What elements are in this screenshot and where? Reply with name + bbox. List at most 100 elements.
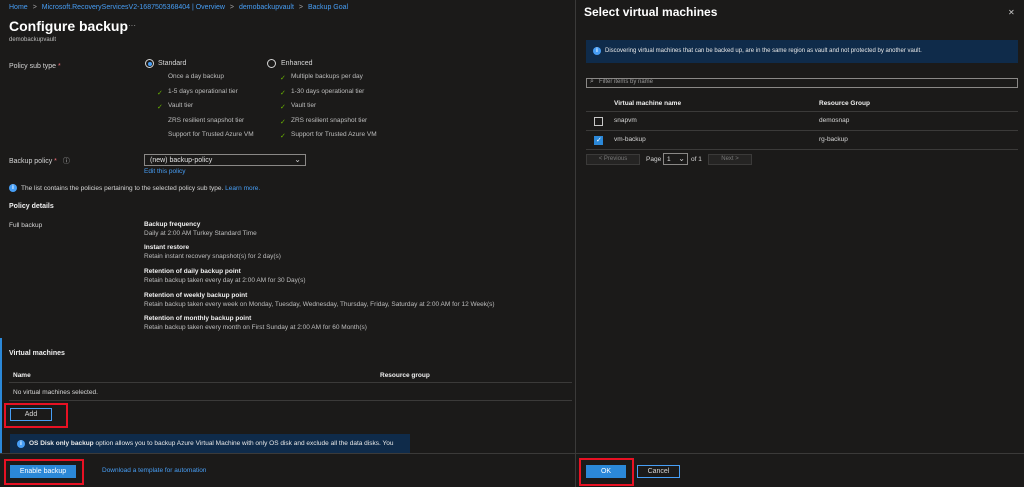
- breadcrumb-separator: >: [32, 4, 37, 11]
- select-vms-title: Select virtual machines: [584, 5, 718, 19]
- page-subtitle: demobackupvault: [9, 37, 57, 43]
- close-icon[interactable]: ✕: [1008, 8, 1015, 17]
- feature-item: Once a day backup: [168, 73, 225, 80]
- col-vm-name-header: Virtual machine name: [614, 100, 682, 107]
- breadcrumb-recovery-services[interactable]: Microsoft.RecoveryServicesV2-16875053684…: [42, 4, 225, 11]
- search-icon: ⌕: [590, 78, 594, 85]
- backup-policy-label: Backup policy * ⓘ: [9, 156, 70, 166]
- radio-standard-label: Standard: [158, 60, 187, 67]
- radio-enhanced-label: Enhanced: [281, 60, 313, 67]
- backup-policy-value: (new) backup-policy: [150, 157, 213, 164]
- next-page-button[interactable]: Next >: [708, 154, 752, 165]
- discover-info-text: Discovering virtual machines that can be…: [605, 48, 922, 54]
- previous-page-button[interactable]: < Previous: [586, 154, 640, 165]
- cancel-button[interactable]: Cancel: [637, 465, 680, 478]
- feature-item: ZRS resilient snapshot tier: [291, 117, 368, 124]
- policy-info-message: The list contains the policies pertainin…: [21, 185, 224, 192]
- detail-title: Retention of monthly backup point: [144, 315, 252, 322]
- edit-policy-link[interactable]: Edit this policy: [144, 168, 186, 175]
- info-icon: i: [593, 47, 601, 55]
- page-select[interactable]: 1 ⌄: [663, 153, 688, 165]
- section-accent-bar: [0, 338, 2, 453]
- required-mark: *: [54, 158, 57, 165]
- check-icon: ✓: [280, 133, 286, 140]
- check-icon: ✓: [157, 90, 163, 97]
- required-mark: *: [58, 63, 61, 70]
- table-divider: [9, 400, 572, 401]
- table-row[interactable]: snapvm demosnap: [586, 112, 1018, 130]
- more-options-icon[interactable]: ···: [128, 21, 136, 30]
- table-row[interactable]: vm-backup rg-backup: [586, 131, 1018, 149]
- col-resource-group-header: Resource Group: [819, 100, 870, 107]
- check-icon: ✓: [280, 90, 286, 97]
- detail-value: Retain instant recovery snapshot(s) for …: [144, 253, 281, 260]
- breadcrumb-vault[interactable]: demobackupvault: [239, 4, 294, 11]
- feature-item: Support for Trusted Azure VM: [291, 131, 377, 138]
- col-resource-group-header: Resource group: [380, 372, 430, 379]
- feature-item: Vault tier: [291, 102, 317, 109]
- discover-info-banner: i Discovering virtual machines that can …: [586, 40, 1018, 63]
- os-disk-message: option allows you to backup Azure Virtua…: [95, 440, 394, 447]
- row-checkbox[interactable]: [594, 136, 603, 145]
- detail-value: Retain backup taken every week on Monday…: [144, 301, 495, 308]
- feature-item: Multiple backups per day: [291, 73, 363, 80]
- radio-enhanced[interactable]: [267, 59, 276, 68]
- blade-footer: Enable backup Download a template for au…: [0, 453, 575, 487]
- backup-policy-label-text: Backup policy: [9, 158, 53, 165]
- detail-title: Instant restore: [144, 244, 190, 251]
- breadcrumb-backup-goal[interactable]: Backup Goal: [308, 4, 348, 11]
- feature-item: Vault tier: [168, 102, 194, 109]
- chevron-down-icon: ⌄: [294, 155, 301, 164]
- radio-standard[interactable]: [145, 59, 154, 68]
- breadcrumb-separator: >: [229, 4, 235, 11]
- highlight-box: [4, 403, 68, 428]
- detail-title: Backup frequency: [144, 221, 201, 228]
- row-checkbox[interactable]: [594, 117, 603, 126]
- policy-subtype-label: Policy sub type *: [9, 63, 61, 70]
- info-icon: i: [9, 184, 17, 192]
- check-icon: ✓: [280, 119, 286, 126]
- detail-title: Retention of daily backup point: [144, 268, 241, 275]
- learn-more-link[interactable]: Learn more.: [225, 185, 260, 192]
- os-disk-banner-text: OS Disk only backup option allows you to…: [29, 440, 393, 447]
- virtual-machines-heading: Virtual machines: [9, 350, 65, 357]
- os-disk-bold: OS Disk only backup: [29, 440, 94, 447]
- chevron-down-icon: ⌄: [678, 154, 685, 163]
- detail-value: Daily at 2:00 AM Turkey Standard Time: [144, 230, 257, 237]
- feature-item: 1-30 days operational tier: [291, 88, 365, 95]
- info-icon: i: [17, 440, 25, 448]
- backup-policy-dropdown[interactable]: (new) backup-policy ⌄: [144, 154, 306, 166]
- page-of-label: of 1: [691, 156, 702, 163]
- check-icon: ✓: [157, 104, 163, 111]
- page-title: Configure backup: [9, 18, 129, 34]
- detail-value: Retain backup taken every month on First…: [144, 324, 367, 331]
- check-icon: ✓: [280, 104, 286, 111]
- breadcrumb-separator: >: [298, 4, 303, 11]
- highlight-box: [4, 459, 84, 485]
- table-divider: [586, 149, 1018, 150]
- detail-title: Retention of weekly backup point: [144, 292, 248, 299]
- col-name-header: Name: [13, 372, 31, 379]
- detail-value: Retain backup taken every day at 2:00 AM…: [144, 277, 306, 284]
- full-backup-label: Full backup: [9, 222, 43, 229]
- policy-details-heading: Policy details: [9, 203, 54, 210]
- check-icon: ✓: [280, 75, 286, 82]
- breadcrumb-home[interactable]: Home: [9, 4, 28, 11]
- policy-subtype-label-text: Policy sub type: [9, 63, 57, 70]
- blade-footer: OK Cancel: [576, 453, 1024, 487]
- filter-placeholder: Filter items by name: [599, 79, 654, 85]
- page-label: Page: [646, 156, 662, 163]
- filter-input[interactable]: ⌕ Filter items by name: [586, 78, 1018, 88]
- download-template-link[interactable]: Download a template for automation: [102, 467, 206, 474]
- page-value: 1: [667, 156, 671, 163]
- configure-backup-blade: Home > Microsoft.RecoveryServicesV2-168750…: [0, 0, 575, 487]
- feature-item: Support for Trusted Azure VM: [168, 131, 254, 138]
- highlight-box: [579, 458, 634, 486]
- policy-info-text: The list contains the policies pertainin…: [21, 185, 260, 192]
- info-icon[interactable]: ⓘ: [63, 158, 70, 165]
- vm-resource-group: demosnap: [819, 117, 850, 124]
- feature-item: ZRS resilient snapshot tier: [168, 117, 245, 124]
- breadcrumb: Home > Microsoft.RecoveryServicesV2-168750…: [9, 4, 348, 11]
- table-divider: [9, 382, 572, 383]
- feature-item: 1-5 days operational tier: [168, 88, 238, 95]
